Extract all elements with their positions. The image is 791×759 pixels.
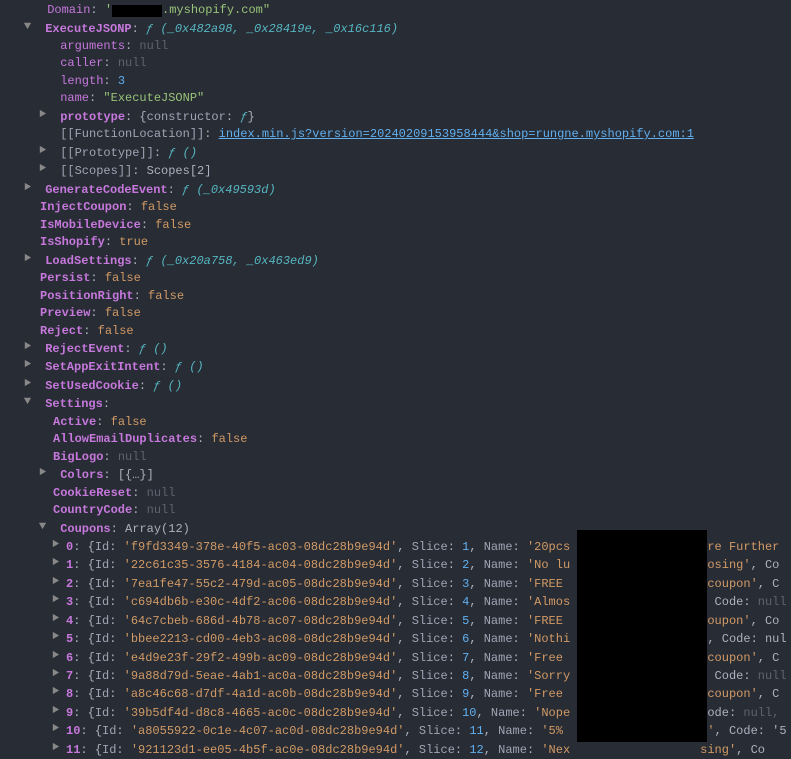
expand-toggle[interactable] — [22, 181, 32, 199]
expand-toggle[interactable] — [50, 593, 60, 611]
property-loadsettings[interactable]: LoadSettings: ƒ (_0x20a758, _0x463ed9) — [0, 252, 791, 270]
expand-toggle[interactable] — [22, 377, 32, 395]
property-functionlocation[interactable]: [[FunctionLocation]]: index.min.js?versi… — [0, 126, 791, 144]
property-prototype[interactable]: prototype: {constructor: ƒ} — [0, 108, 791, 126]
expand-toggle[interactable] — [50, 722, 60, 740]
expand-toggle[interactable] — [22, 358, 32, 376]
expand-toggle[interactable] — [50, 575, 60, 593]
expand-toggle[interactable] — [50, 741, 60, 759]
expand-toggle[interactable] — [50, 630, 60, 648]
property-biglogo: BigLogo: null — [0, 449, 791, 467]
redacted-domain — [112, 5, 162, 17]
property-preview: Preview: false — [0, 305, 791, 323]
property-prototype-chain[interactable]: [[Prototype]]: ƒ () — [0, 144, 791, 162]
expand-toggle[interactable] — [50, 649, 60, 667]
expand-toggle[interactable] — [50, 704, 60, 722]
property-allowemaildup: AllowEmailDuplicates: false — [0, 431, 791, 449]
property-positionright: PositionRight: false — [0, 288, 791, 306]
key-label: Domain — [47, 3, 90, 17]
source-link[interactable]: index.min.js?version=20240209153958444&s… — [219, 127, 694, 141]
expand-toggle[interactable] — [50, 538, 60, 556]
property-persist: Persist: false — [0, 270, 791, 288]
expand-toggle[interactable] — [22, 395, 32, 413]
array-item[interactable]: 11: {Id: '921123d1-ee05-4b5f-ac0e-08dc28… — [0, 741, 791, 759]
expand-toggle[interactable] — [37, 520, 47, 538]
expand-toggle[interactable] — [22, 20, 32, 38]
property-isshopify: IsShopify: true — [0, 234, 791, 252]
expand-toggle[interactable] — [50, 667, 60, 685]
expand-toggle[interactable] — [37, 466, 47, 484]
expand-toggle[interactable] — [50, 612, 60, 630]
redacted-overlay — [577, 530, 707, 742]
expand-toggle[interactable] — [37, 108, 47, 126]
property-reject: Reject: false — [0, 323, 791, 341]
expand-toggle[interactable] — [50, 556, 60, 574]
expand-toggle[interactable] — [37, 162, 47, 180]
property-scopes[interactable]: [[Scopes]]: Scopes[2] — [0, 162, 791, 180]
property-active: Active: false — [0, 414, 791, 432]
property-executejsonp[interactable]: ExecuteJSONP: ƒ (_0x482a98, _0x28419e, _… — [0, 20, 791, 38]
property-colors[interactable]: Colors: [{…}] — [0, 466, 791, 484]
property-arguments: arguments: null — [0, 38, 791, 56]
expand-toggle[interactable] — [50, 685, 60, 703]
property-ismobiledevice: IsMobileDevice: false — [0, 217, 791, 235]
property-length: length: 3 — [0, 73, 791, 91]
property-rejectevent[interactable]: RejectEvent: ƒ () — [0, 340, 791, 358]
expand-toggle[interactable] — [22, 252, 32, 270]
property-injectcoupon: InjectCoupon: false — [0, 199, 791, 217]
property-countrycode: CountryCode: null — [0, 502, 791, 520]
property-settings[interactable]: Settings: — [0, 395, 791, 413]
property-cookiereset: CookieReset: null — [0, 485, 791, 503]
property-domain: Domain: ' .myshopify.com" — [0, 2, 791, 20]
property-setappexitintent[interactable]: SetAppExitIntent: ƒ () — [0, 358, 791, 376]
property-caller: caller: null — [0, 55, 791, 73]
expand-toggle[interactable] — [22, 340, 32, 358]
expand-toggle[interactable] — [37, 144, 47, 162]
property-generatecodeevent[interactable]: GenerateCodeEvent: ƒ (_0x49593d) — [0, 181, 791, 199]
property-setusedcookie[interactable]: SetUsedCookie: ƒ () — [0, 377, 791, 395]
property-name: name: "ExecuteJSONP" — [0, 90, 791, 108]
